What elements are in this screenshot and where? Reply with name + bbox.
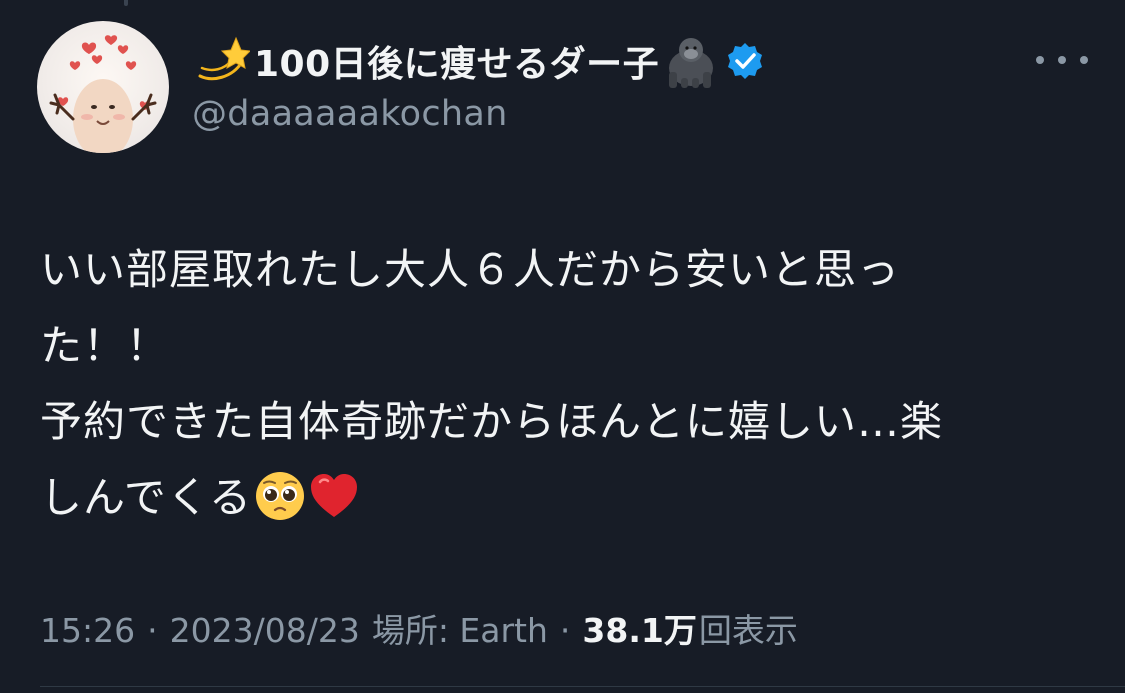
verified-badge-icon[interactable]: [725, 41, 765, 81]
tweet-line: しんでくる: [40, 473, 253, 522]
tweet-line-last: しんでくる: [40, 460, 1050, 536]
meta-separator: ·: [559, 611, 571, 650]
tweet-meta: 15:26 · 2023/08/23 場所: Earth · 38.1万 回表示: [40, 604, 798, 652]
tweet-location: 場所: Earth: [371, 611, 548, 650]
views-label: 回表示: [698, 611, 798, 650]
more-options-icon[interactable]: [1036, 49, 1088, 71]
tweet-line: いい部屋取れたし大人６人だから安いと思っ: [40, 245, 901, 294]
divider: [40, 686, 1125, 687]
tweet-line: た！！: [40, 321, 170, 370]
pleading-face-icon: [254, 470, 306, 522]
more-dot: [1058, 56, 1066, 64]
tweet-date[interactable]: 2023/08/23: [170, 611, 360, 650]
display-name[interactable]: 100日後に痩せるダー子: [254, 35, 659, 87]
tweet-text: いい部屋取れたし大人６人だから安いと思っ た！！ 予約できた自体奇跡だからほんと…: [40, 232, 1050, 536]
avatar[interactable]: [37, 21, 169, 153]
tweet-time[interactable]: 15:26: [40, 611, 135, 650]
tweet: 100日後に痩せるダー子 @daaaaaakochan いい部屋取れたし大人６人…: [0, 0, 1125, 693]
red-heart-icon: [308, 470, 360, 522]
views-count: 38.1万: [582, 611, 697, 650]
more-dot: [1036, 56, 1044, 64]
tweet-line: 予約できた自体奇跡だからほんとに嬉しい…楽: [40, 397, 944, 446]
author-handle[interactable]: @daaaaaakochan: [192, 94, 508, 134]
gorilla-icon: [661, 32, 719, 90]
author-header: 100日後に痩せるダー子: [192, 32, 765, 90]
meta-separator: ·: [147, 611, 158, 650]
thread-connector: [124, 0, 128, 6]
dizzy-star-icon: [192, 32, 252, 90]
more-dot: [1080, 56, 1088, 64]
